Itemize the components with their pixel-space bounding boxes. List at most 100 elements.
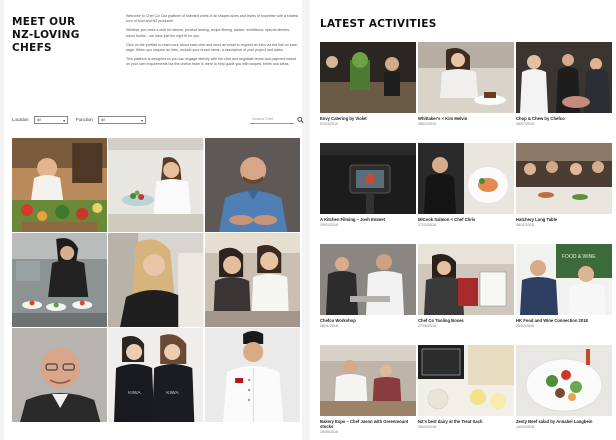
activity-photo-graphic (516, 42, 612, 113)
activity-date: 27/12/2018 (418, 223, 436, 228)
location-select[interactable]: all ▾ (34, 116, 68, 124)
intro-paragraph-3: Click on the profiles to read more about… (126, 42, 298, 53)
search-input[interactable]: Search Chef (250, 116, 294, 124)
activity-photo-graphic (418, 143, 514, 214)
chef-card[interactable] (204, 233, 300, 327)
activities-title: LATEST ACTIVITIES (320, 18, 437, 30)
activity-photo (516, 143, 612, 214)
filter-bar: Location all ▾ Function all ▾ Search Che… (12, 116, 304, 126)
activity-photo-graphic (418, 42, 514, 113)
activities-row: Envy Catering by Violet 07/03/2019 Whitt… (320, 42, 612, 143)
activity-title: Bakery Expo – Chef Jason with Greenmount… (320, 419, 409, 430)
activity-card[interactable]: MiCook Salmon × Chef Chris 27/12/2018 (418, 143, 514, 242)
activity-date: 07/03/2019 (320, 122, 338, 127)
activities-grid: Envy Catering by Violet 07/03/2019 Whitt… (320, 42, 612, 440)
activity-card[interactable]: Bakery Expo – Chef Jason with Greenmount… (320, 345, 416, 440)
activity-photo-graphic (320, 143, 416, 214)
activity-photo (320, 42, 416, 113)
activity-title: Envy Catering by Violet (320, 116, 367, 121)
activity-card[interactable]: Chef Co Tooling Boxes 27/08/2018 (418, 244, 514, 343)
activity-title: Whittaker's × Kim Melvin (418, 116, 468, 121)
function-select-value: all (101, 118, 105, 122)
activity-photo (320, 244, 416, 315)
chef-photo (12, 138, 108, 232)
chef-card[interactable] (204, 138, 300, 232)
activity-date: 08/11/2018 (320, 324, 338, 329)
activity-photo (516, 345, 612, 416)
activity-date: 08/11/2018 (516, 223, 534, 228)
activity-photo (418, 345, 514, 416)
chef-card[interactable] (108, 138, 204, 232)
chef-card[interactable] (12, 328, 108, 422)
chef-card[interactable] (108, 233, 204, 327)
intro-paragraph-2: Whether you need a chef for demos, produ… (126, 28, 291, 38)
activity-date: 28/01/2019 (418, 122, 436, 127)
intro-paragraph-1: Welcome to Chef Co! Our platform of tale… (126, 14, 298, 24)
activity-card[interactable]: A Kitchen Filming – Josh Emmet 19/01/201… (320, 143, 416, 242)
chef-photo (108, 233, 204, 327)
function-select[interactable]: all ▾ (98, 116, 146, 124)
search-icon[interactable] (297, 116, 304, 124)
activity-photo (418, 42, 514, 113)
chef-photo (12, 233, 108, 327)
activity-card[interactable]: Chop & Chew by Chefco 28/07/2019 (516, 42, 612, 141)
activity-title: Chop & Chew by Chefco (516, 116, 565, 121)
activity-card[interactable]: Hatchery Long Table 08/11/2018 (516, 143, 612, 242)
chevron-down-icon: ▾ (141, 118, 143, 123)
chef-card[interactable] (12, 233, 108, 327)
activity-photo (418, 143, 514, 214)
activity-card[interactable]: Whittaker's × Kim Melvin 28/01/2019 (418, 42, 514, 141)
activity-title: Hatchery Long Table (516, 217, 558, 222)
chef-photo (108, 138, 204, 232)
search-placeholder: Search Chef (252, 117, 274, 121)
activity-date: 19/01/2019 (320, 223, 338, 228)
activity-card[interactable]: FOOD & WINE HK Food and Wine Connection … (516, 244, 612, 343)
function-label: Function (76, 117, 93, 122)
chef-grid: KIWA KIWA (12, 138, 300, 422)
svg-text:KIWA: KIWA (128, 390, 141, 396)
activity-date: 14/03/2018 (516, 425, 534, 430)
activities-row: A Kitchen Filming – Josh Emmet 19/01/201… (320, 143, 612, 244)
activity-date: 27/08/2018 (418, 324, 436, 329)
activity-date: 26/04/2018 (418, 425, 436, 430)
activity-title: HK Food and Wine Connection 2018 (516, 318, 588, 323)
activity-photo-graphic (516, 143, 612, 214)
activity-photo-graphic: FOOD & WINE (516, 244, 612, 315)
chef-card[interactable] (12, 138, 108, 232)
page-title: MEET OUR NZ-LOVING CHEFS (12, 16, 112, 55)
title-line-1: MEET OUR (12, 16, 76, 28)
activity-card[interactable]: NZ's best dairy at the Treat Sach 26/04/… (418, 345, 514, 440)
activity-card[interactable]: Chefco Workshop 08/11/2018 (320, 244, 416, 343)
svg-text:KIWA: KIWA (167, 390, 180, 396)
activity-photo-graphic (418, 244, 514, 315)
activity-title: NZ's best dairy at the Treat Sach (418, 419, 483, 424)
activities-page: LATEST ACTIVITIES Envy Catering by Viole (310, 0, 616, 440)
title-line-2: NZ-LOVING (12, 29, 80, 41)
activity-photo-graphic (320, 345, 416, 416)
title-line-3: CHEFS (12, 42, 52, 54)
activities-row: Bakery Expo – Chef Jason with Greenmount… (320, 345, 612, 440)
activity-title: Zesty Beef salad by Annabel Langbein (516, 419, 593, 424)
activity-photo (320, 345, 416, 416)
location-select-value: all (37, 118, 41, 122)
activity-photo-graphic (418, 345, 514, 416)
location-label: Location (12, 117, 29, 122)
chef-photo (204, 138, 300, 232)
activity-date: 10/05/2018 (320, 430, 338, 435)
activity-photo (516, 42, 612, 113)
activity-photo (320, 143, 416, 214)
activity-card[interactable]: Zesty Beef salad by Annabel Langbein 14/… (516, 345, 612, 440)
chef-photo: KIWA KIWA (108, 328, 204, 422)
chef-card[interactable] (204, 328, 300, 422)
activity-title: MiCook Salmon × Chef Chris (418, 217, 476, 222)
activity-photo (418, 244, 514, 315)
activity-photo-graphic (516, 345, 612, 416)
activity-photo-graphic (320, 244, 416, 315)
intro-paragraph-4: This platform is designed so you can eng… (126, 57, 297, 67)
chef-card[interactable]: KIWA KIWA (108, 328, 204, 422)
activity-title: Chefco Workshop (320, 318, 356, 323)
activity-card[interactable]: Envy Catering by Violet 07/03/2019 (320, 42, 416, 141)
chevron-down-icon: ▾ (63, 118, 65, 123)
chef-photo (12, 328, 108, 422)
chefs-page: MEET OUR NZ-LOVING CHEFS Welcome to Chef… (4, 0, 304, 440)
